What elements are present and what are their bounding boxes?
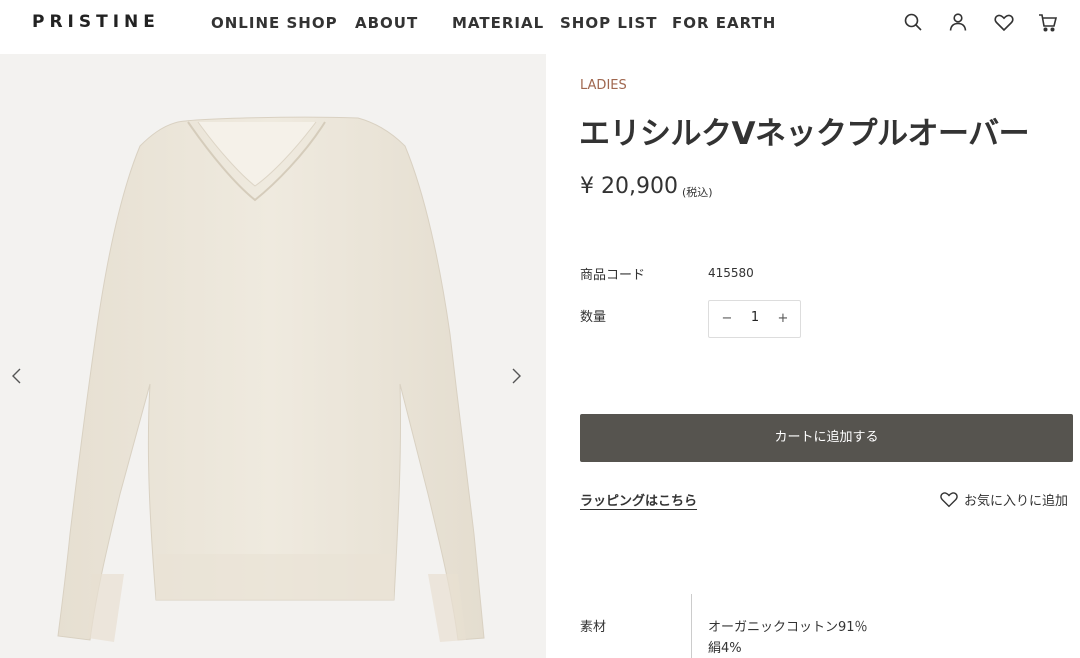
product-image bbox=[57, 116, 485, 642]
spec-divider bbox=[691, 594, 692, 658]
nav-shop-list[interactable]: SHOP LIST bbox=[560, 14, 658, 32]
material-item: 絹4% bbox=[708, 641, 742, 656]
product-code-value: 415580 bbox=[708, 266, 754, 280]
quantity-increase-button[interactable]: + bbox=[773, 309, 793, 329]
favorite-label: お気に入りに追加 bbox=[964, 493, 1069, 509]
material-item: オーガニックコットン91％ bbox=[708, 620, 868, 635]
material-label: 素材 bbox=[580, 620, 607, 635]
chevron-right-icon[interactable] bbox=[504, 364, 528, 388]
nav-online-shop[interactable]: ONLINE SHOP bbox=[211, 14, 338, 32]
quantity-value[interactable]: 1 bbox=[745, 310, 765, 325]
heart-icon[interactable] bbox=[992, 10, 1016, 34]
quantity-stepper: − 1 + bbox=[708, 300, 801, 338]
nav-about[interactable]: ABOUT bbox=[355, 14, 418, 32]
site-header: PRISTINE ONLINE SHOP ABOUT MATERIAL SHOP… bbox=[0, 0, 1080, 46]
chevron-left-icon[interactable] bbox=[5, 364, 29, 388]
quantity-decrease-button[interactable]: − bbox=[717, 309, 737, 329]
product-price: ¥ 20,900 bbox=[580, 174, 678, 199]
account-icon[interactable] bbox=[946, 10, 970, 34]
nav-material[interactable]: MATERIAL bbox=[452, 14, 544, 32]
tax-note: (税込) bbox=[682, 186, 713, 199]
search-icon[interactable] bbox=[901, 10, 925, 34]
wrapping-link[interactable]: ラッピングはこちら bbox=[580, 490, 697, 509]
heart-icon bbox=[940, 492, 958, 508]
cart-icon[interactable] bbox=[1036, 10, 1060, 34]
product-title: エリシルクVネックプルオーバー bbox=[579, 116, 1030, 152]
add-to-favorites-button[interactable]: お気に入りに追加 bbox=[938, 488, 1068, 510]
quantity-label: 数量 bbox=[580, 310, 607, 325]
add-to-cart-button[interactable]: カートに追加する bbox=[580, 414, 1073, 462]
nav-for-earth[interactable]: FOR EARTH bbox=[672, 14, 776, 32]
product-gallery[interactable] bbox=[0, 54, 546, 658]
product-code-label: 商品コード bbox=[580, 268, 646, 283]
product-category[interactable]: LADIES bbox=[580, 78, 627, 93]
site-logo[interactable]: PRISTINE bbox=[32, 12, 160, 32]
